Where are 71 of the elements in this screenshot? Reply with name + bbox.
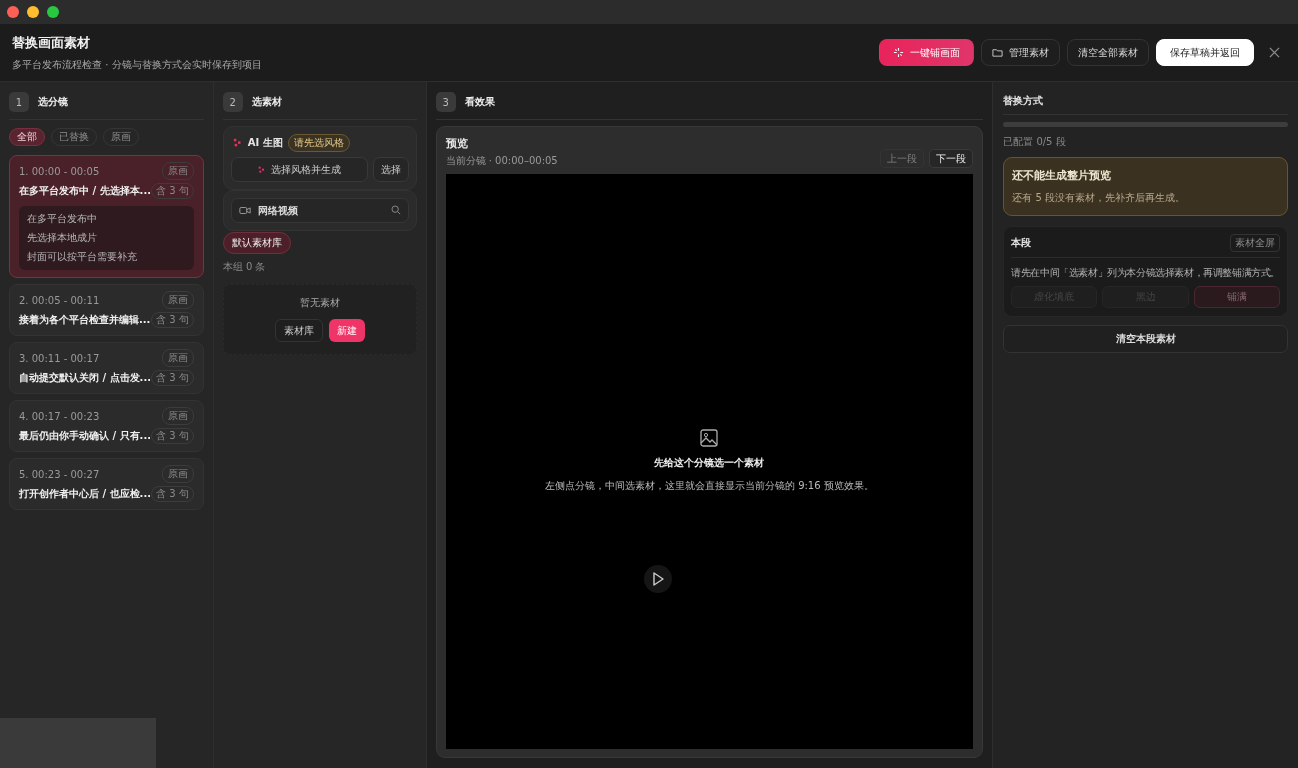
image-icon: [699, 427, 720, 448]
warning-title: 还不能生成整片预览: [1012, 168, 1113, 183]
video-icon: [238, 206, 251, 215]
progress-text: 已配置 0/5 段: [1003, 135, 1067, 149]
column-title: 选分镜: [38, 95, 68, 109]
segment-hint: 请先在中间「选素材」列为本分镜选择素材，再调整铺满方式。: [1011, 266, 1280, 280]
play-icon: [642, 564, 673, 594]
sparkle-icon: [232, 138, 243, 148]
preview-subtitle: 当前分镜 · 00:00–00:05: [445, 154, 558, 168]
shot-tag: 原画: [161, 465, 194, 483]
shot-title: 接着为各个平台检查并编辑...: [19, 313, 151, 327]
step-number: 1: [9, 92, 29, 112]
shot-title: 自动提交默认关闭 / 点击发...: [19, 371, 151, 385]
shot-tag: 原画: [161, 407, 194, 425]
shot-card[interactable]: 4. 00:17 - 00:23 原画 最后仍由你手动确认 / 只有... 含 3 句: [9, 400, 204, 452]
clear-segment-button[interactable]: 清空本段素材: [1003, 325, 1288, 353]
shot-card[interactable]: 5. 00:23 - 00:27 原画 打开创作者中心后 / 也应检... 含 3 句: [9, 458, 204, 510]
step-number: 2: [222, 92, 243, 112]
sparkle-icon: [257, 165, 266, 174]
empty-preview-title: 先给这个分镜选一个素材: [654, 455, 765, 470]
shot-card[interactable]: 1. 00:00 - 00:05 原画 在多平台发布中 / 先选择本... 含 3 句 在多平台发布中 先选择本地成片 封面可以按平台需要补充: [9, 155, 204, 278]
page-title: 替换画面素材: [12, 33, 91, 52]
header-button[interactable]: 一键铺画面: [879, 39, 974, 66]
asset-count: 本组 0 条: [222, 260, 267, 274]
shot-time: 2. 00:05 - 00:11: [19, 294, 100, 306]
search-field[interactable]: 网络视频: [230, 198, 409, 223]
ai-title: AI 生图: [247, 136, 283, 150]
shot-tag: 原画: [161, 349, 194, 367]
step-number: 3: [435, 92, 456, 112]
shot-time: 3. 00:11 - 00:17: [19, 352, 100, 364]
shot-title: 在多平台发布中 / 先选择本...: [19, 184, 151, 198]
empty-message: 暂无素材: [299, 296, 340, 310]
folder-icon: [992, 47, 1003, 58]
close-icon[interactable]: [1269, 47, 1280, 58]
shot-card[interactable]: 2. 00:05 - 00:11 原画 接着为各个平台检查并编辑... 含 3 句: [9, 284, 204, 336]
header-button[interactable]: 管理素材: [981, 39, 1060, 66]
library-tab[interactable]: 默认素材库: [222, 232, 291, 254]
warning-text: 还有 5 段没有素材，先补齐后再生成。: [1012, 191, 1186, 205]
fill-mode-badge: 素材全屏: [1230, 234, 1280, 252]
select-button[interactable]: 选择: [372, 157, 409, 182]
header-button[interactable]: 保存草稿并返回: [1156, 39, 1254, 66]
script-line: 在多平台发布中: [27, 212, 98, 226]
minimize-window-button[interactable]: [27, 6, 39, 18]
generate-button[interactable]: 选择风格并生成: [230, 157, 368, 182]
script-line: 先选择本地成片: [27, 231, 98, 245]
shot-title: 打开创作者中心后 / 也应检...: [19, 487, 151, 501]
shot-time: 4. 00:17 - 00:23: [19, 410, 100, 422]
segment-title: 本段: [1011, 236, 1032, 250]
asset-button[interactable]: 素材库: [274, 319, 323, 342]
shot-time: 1. 00:00 - 00:05: [19, 165, 100, 177]
segment-nav-button[interactable]: 下一段: [929, 149, 974, 168]
asset-button[interactable]: 新建: [328, 319, 365, 342]
shot-tag: 原画: [161, 291, 194, 309]
empty-preview-text: 左侧点分镜，中间选素材，这里就会直接显示当前分镜的 9:16 预览效果。: [544, 478, 874, 493]
shot-tag: 原画: [161, 162, 194, 180]
column-title: 看效果: [464, 95, 495, 109]
page-subtitle: 多平台发布流程检查 · 分镜与替换方式会实时保存到项目: [12, 57, 263, 72]
panel-title: 替换方式: [1003, 92, 1288, 115]
preview-title: 预览: [445, 136, 469, 151]
shot-title: 最后仍由你手动确认 / 只有...: [19, 429, 151, 443]
style-badge: 请先选风格: [287, 134, 350, 152]
search-icon: [390, 205, 401, 215]
header-button[interactable]: 清空全部素材: [1067, 39, 1149, 66]
zoom-window-button[interactable]: [47, 6, 59, 18]
sparkle-icon: [893, 47, 904, 58]
shot-card[interactable]: 3. 00:11 - 00:17 原画 自动提交默认关闭 / 点击发... 含 3 句: [9, 342, 204, 394]
column-title: 选素材: [251, 95, 282, 109]
close-window-button[interactable]: [7, 6, 19, 18]
script-line: 封面可以按平台需要补充: [27, 250, 138, 264]
shot-time: 5. 00:23 - 00:27: [19, 468, 100, 480]
filter-chip[interactable]: 全部: [9, 128, 45, 146]
